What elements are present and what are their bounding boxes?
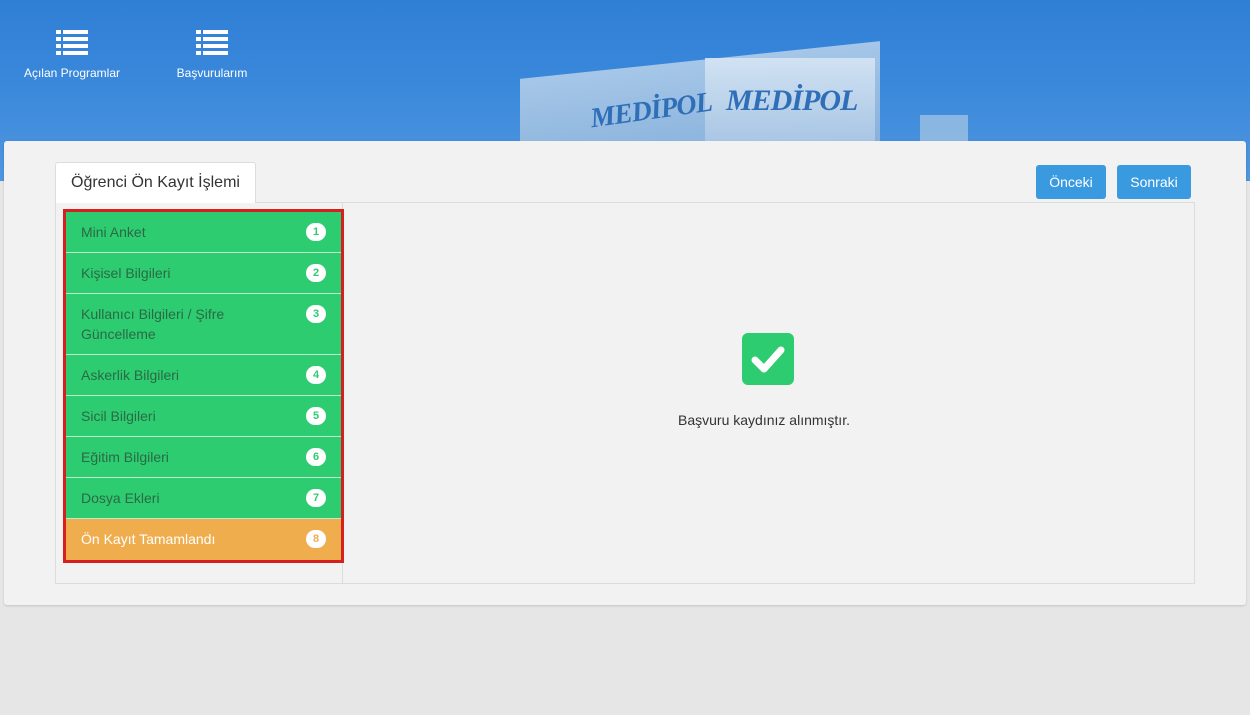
step-item-askerlik-bilgileri[interactable]: Askerlik Bilgileri 4: [66, 355, 341, 396]
step-number-badge: 6: [306, 448, 326, 466]
step-label: Dosya Ekleri: [81, 490, 160, 506]
step-label: Sicil Bilgileri: [81, 408, 156, 424]
step-item-mini-anket[interactable]: Mini Anket 1: [66, 212, 341, 253]
nav-label: Açılan Programlar: [23, 66, 121, 80]
nav-basvurularim[interactable]: Başvurularım: [170, 30, 254, 80]
step-label: Askerlik Bilgileri: [81, 367, 180, 383]
banner-logo-text: MEDİPOL: [726, 84, 858, 117]
list-icon: [196, 30, 228, 56]
success-check-icon: [742, 333, 794, 385]
next-button[interactable]: Sonraki: [1117, 165, 1191, 199]
step-list: Mini Anket 1 Kişisel Bilgileri 2 Kullanı…: [63, 209, 344, 563]
step-item-sicil-bilgileri[interactable]: Sicil Bilgileri 5: [66, 396, 341, 437]
previous-button[interactable]: Önceki: [1036, 165, 1106, 199]
step-label: Kişisel Bilgileri: [81, 265, 171, 281]
step-item-on-kayit-tamamlandi[interactable]: Ön Kayıt Tamamlandı 8: [66, 519, 341, 560]
step-number-badge: 1: [306, 223, 326, 241]
step-number-badge: 3: [306, 305, 326, 323]
step-number-badge: 5: [306, 407, 326, 425]
step-item-dosya-ekleri[interactable]: Dosya Ekleri 7: [66, 478, 341, 519]
step-item-kullanici-bilgileri[interactable]: Kullanıcı Bilgileri / Şifre Güncelleme 3: [66, 294, 341, 355]
list-icon: [56, 30, 88, 56]
step-label: Mini Anket: [81, 224, 146, 240]
tab-ogrenci-on-kayit[interactable]: Öğrenci Ön Kayıt İşlemi: [55, 162, 256, 203]
registration-card: Öğrenci Ön Kayıt İşlemi Önceki Sonraki M…: [4, 141, 1246, 605]
step-number-badge: 7: [306, 489, 326, 507]
step-item-kisisel-bilgileri[interactable]: Kişisel Bilgileri 2: [66, 253, 341, 294]
step-item-egitim-bilgileri[interactable]: Eğitim Bilgileri 6: [66, 437, 341, 478]
nav-acilan-programlar[interactable]: Açılan Programlar: [18, 30, 126, 80]
success-message: Başvuru kaydınız alınmıştır.: [678, 412, 850, 428]
step-number-badge: 2: [306, 264, 326, 282]
step-number-badge: 8: [306, 530, 326, 548]
step-number-badge: 4: [306, 366, 326, 384]
step-label: Ön Kayıt Tamamlandı: [81, 531, 216, 547]
step-label: Eğitim Bilgileri: [81, 449, 169, 465]
step-label: Kullanıcı Bilgileri / Şifre Güncelleme: [81, 306, 225, 342]
nav-label: Başvurularım: [176, 66, 248, 80]
